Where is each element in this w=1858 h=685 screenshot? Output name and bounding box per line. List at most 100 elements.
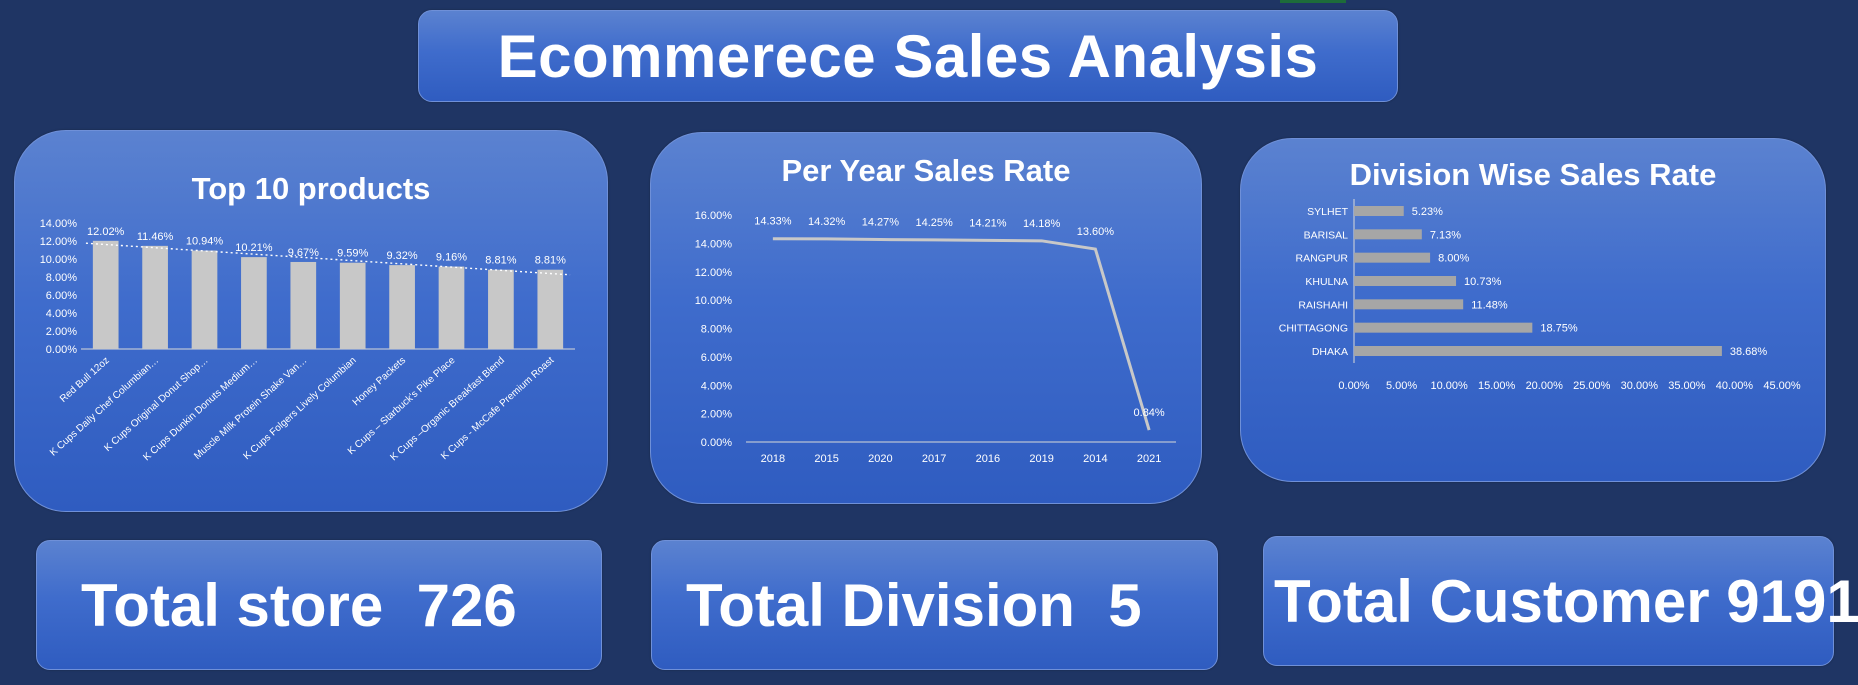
data-label: 38.68% <box>1730 346 1768 358</box>
y-tick-label: 16.00% <box>695 210 733 222</box>
data-label: 14.21% <box>969 217 1007 229</box>
bar <box>142 245 168 349</box>
yearly-sales-chart: 0.00% 2.00% 4.00% 6.00% 8.00% 10.00% 12.00% 14.… <box>695 210 1176 465</box>
y-tick-label: 4.00% <box>701 380 732 392</box>
x-tick-label: 10.00% <box>1430 380 1468 392</box>
bar <box>537 269 564 349</box>
x-tick-label: 2014 <box>1083 453 1107 465</box>
division-sales-chart: 0.00% 5.00% 10.00% 15.00% 20.00% 25.00% 30.00%… <box>1279 199 1801 392</box>
total-customer-card: Total Customer 9191 <box>1263 536 1858 666</box>
bar <box>438 266 465 349</box>
data-label: 13.60% <box>1077 226 1115 238</box>
x-tick-label: 2016 <box>976 453 1000 465</box>
x-tick-label: 2019 <box>1029 453 1053 465</box>
series-line <box>772 237 1151 431</box>
data-label: 0.84% <box>1134 407 1165 419</box>
category-label: RANGPUR <box>1295 253 1348 265</box>
y-tick-label: 12.00% <box>40 236 78 248</box>
x-tick-label: 15.00% <box>1478 380 1516 392</box>
y-tick-label: 6.00% <box>46 290 77 302</box>
data-label: 10.94% <box>186 236 224 248</box>
data-label: 8.81% <box>535 255 566 267</box>
top-products-card: Top 10 products 0.00% 2.00% 4.00% 6.00% 8.00… <box>14 130 608 512</box>
bar <box>92 240 119 349</box>
data-label: 11.48% <box>1471 299 1508 311</box>
bar <box>1354 252 1431 263</box>
x-tick-label: 25.00% <box>1573 380 1611 392</box>
y-tick-label: 8.00% <box>701 324 732 336</box>
category-label: Red Bull 12oz <box>58 355 112 405</box>
data-label: 11.46% <box>137 231 174 243</box>
bar <box>389 265 415 349</box>
x-tick-label: 2020 <box>868 453 892 465</box>
data-label: 8.81% <box>485 255 516 267</box>
category-label: SYLHET <box>1307 206 1348 218</box>
y-tick-label: 4.00% <box>46 308 77 320</box>
bar <box>1354 346 1722 356</box>
x-tick-label: 45.00% <box>1763 380 1801 392</box>
data-label: 14.18% <box>1023 218 1061 230</box>
data-label: 10.73% <box>1464 276 1502 288</box>
data-label: 14.27% <box>862 217 900 229</box>
top-products-chart: 0.00% 2.00% 4.00% 6.00% 8.00% 10.00% 12.00% 14.… <box>40 218 575 463</box>
data-label: 12.02% <box>87 226 125 238</box>
data-label: 9.59% <box>337 248 368 260</box>
bar <box>339 262 366 349</box>
y-tick-label: 10.00% <box>695 295 733 307</box>
data-label: 18.75% <box>1540 323 1578 335</box>
y-tick-label: 0.00% <box>701 437 732 449</box>
bar <box>1354 299 1464 310</box>
dashboard-title: Ecommerece Sales Analysis <box>497 22 1319 90</box>
x-tick-label: 2015 <box>814 453 838 465</box>
y-tick-label: 2.00% <box>701 409 732 421</box>
category-label: K Cups Original Donut Shop… <box>102 355 210 454</box>
dashboard-title-banner: Ecommerece Sales Analysis <box>418 10 1398 102</box>
x-tick-label: 40.00% <box>1716 380 1754 392</box>
total-division-card: Total Division 5 <box>651 540 1218 670</box>
total-store-label: Total store 726 <box>81 571 517 639</box>
data-label: 5.23% <box>1412 206 1443 218</box>
y-tick-label: 12.00% <box>695 267 733 279</box>
data-label: 10.21% <box>235 242 273 254</box>
data-label: 14.25% <box>915 217 953 229</box>
x-tick-label: 30.00% <box>1621 380 1659 392</box>
y-tick-label: 8.00% <box>46 272 77 284</box>
x-tick-label: 2018 <box>761 453 785 465</box>
x-tick-label: 20.00% <box>1526 380 1564 392</box>
y-tick-label: 10.00% <box>40 254 78 266</box>
total-division-label: Total Division 5 <box>686 571 1142 639</box>
x-tick-label: 0.00% <box>1338 380 1369 392</box>
yearly-sales-card: Per Year Sales Rate 0.00% 2.00% 4.00% 6.00%… <box>650 132 1202 504</box>
y-tick-label: 14.00% <box>40 218 78 230</box>
total-store-card: Total store 726 <box>36 540 602 670</box>
y-tick-label: 6.00% <box>701 352 732 364</box>
bar <box>1354 206 1404 216</box>
category-label: KHULNA <box>1305 276 1348 288</box>
x-tick-label: 5.00% <box>1386 380 1417 392</box>
division-sales-card: Division Wise Sales Rate 0.00% 5.00% 10.00… <box>1240 138 1826 482</box>
data-label: 14.32% <box>808 216 846 228</box>
y-tick-label: 14.00% <box>695 238 733 250</box>
data-label: 14.33% <box>754 216 792 228</box>
data-label: 9.32% <box>386 250 417 262</box>
data-label: 7.13% <box>1430 229 1461 241</box>
x-tick-label: 2021 <box>1137 453 1161 465</box>
y-tick-label: 2.00% <box>46 326 77 338</box>
data-label: 9.16% <box>436 252 467 264</box>
bar <box>1354 229 1422 240</box>
bar <box>191 250 218 349</box>
category-label: BARISAL <box>1304 229 1349 241</box>
bar <box>290 261 317 349</box>
bar <box>241 257 267 349</box>
top-edge-accent <box>1280 0 1346 3</box>
x-tick-label: 2017 <box>922 453 946 465</box>
y-tick-label: 0.00% <box>46 344 77 356</box>
category-label: RAISHAHI <box>1298 299 1348 311</box>
bar <box>1354 322 1533 333</box>
category-label: DHAKA <box>1312 346 1348 358</box>
data-label: 8.00% <box>1438 253 1469 265</box>
bar <box>488 269 514 349</box>
bar <box>1354 276 1457 286</box>
total-customer-label: Total Customer 9191 <box>1274 567 1858 635</box>
x-tick-label: 35.00% <box>1668 380 1706 392</box>
